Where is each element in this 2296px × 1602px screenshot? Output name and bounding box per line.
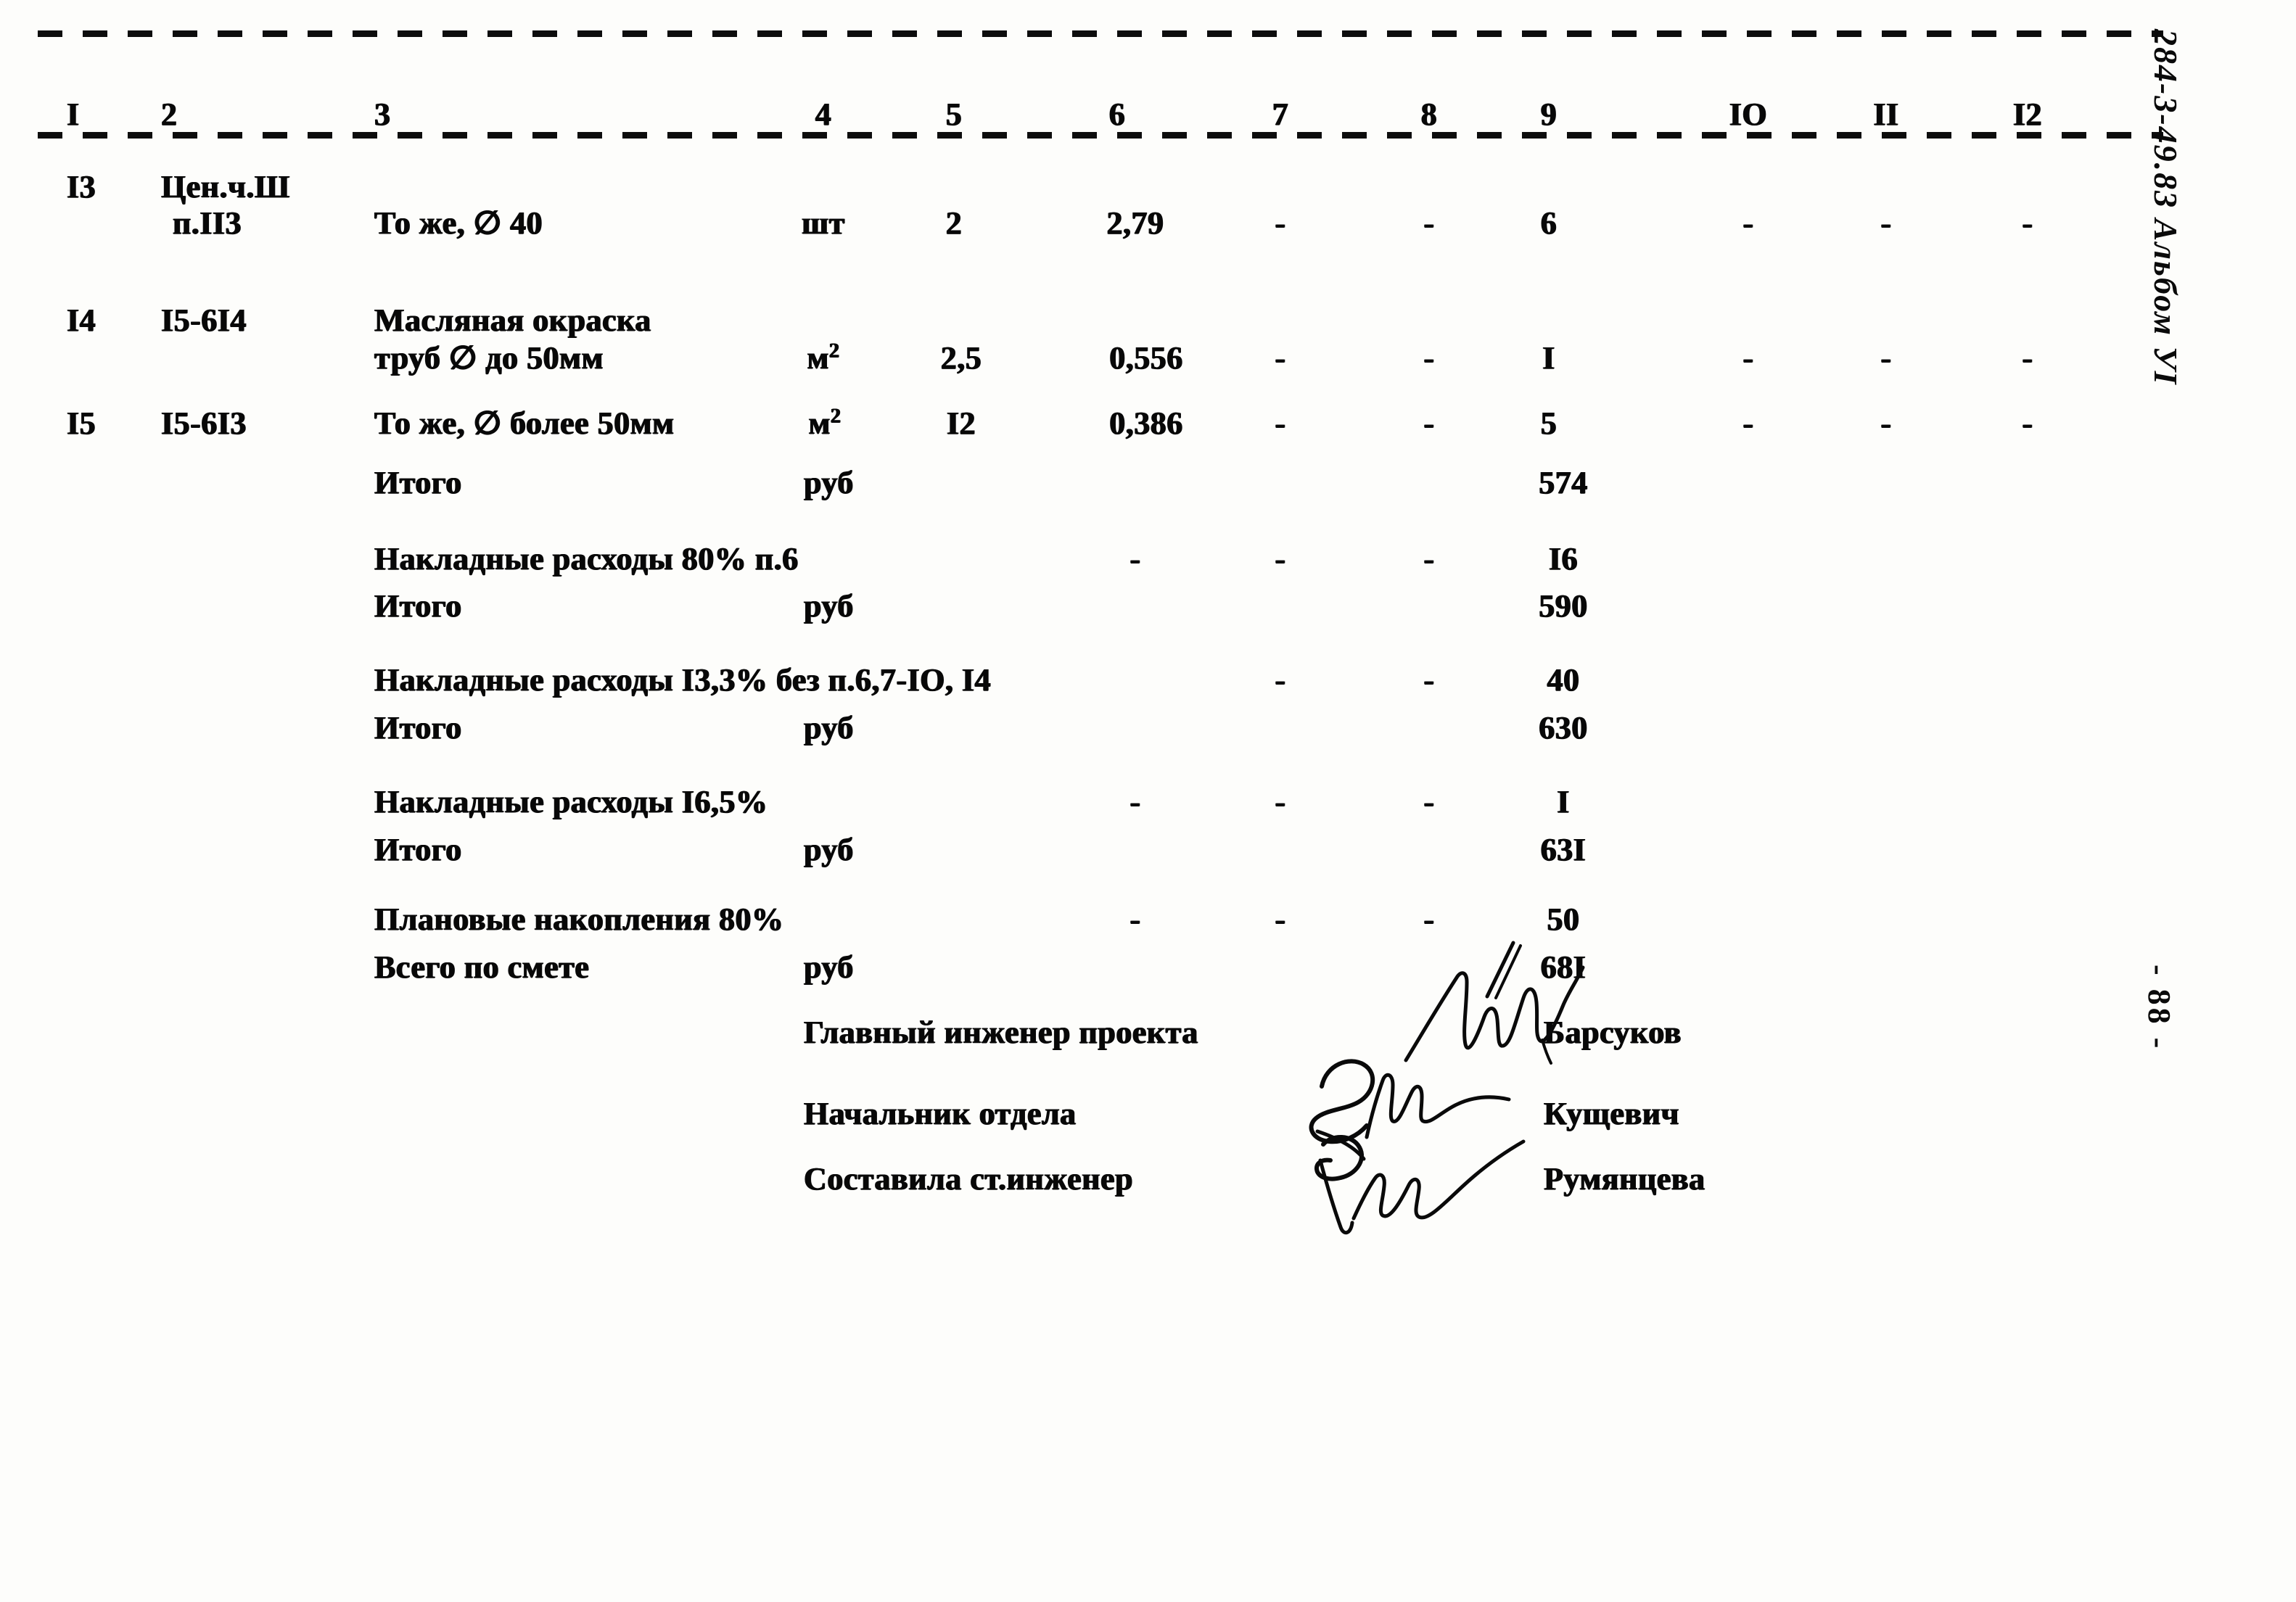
summary-unit: руб [804,949,854,985]
row-col9: 5 [1540,405,1558,441]
summary-label: Итого [374,832,462,867]
row-col9: I [1542,340,1555,376]
row-col9: 6 [1540,205,1558,241]
summary-col9: I [1557,784,1570,819]
summary-col9: 590 [1539,588,1588,624]
row-unit-exponent: 2 [828,339,840,363]
summary-col8: - [1423,901,1435,937]
row-col8: - [1423,205,1435,241]
row-col8: - [1423,405,1435,441]
row-unit-base: м [807,340,829,376]
row-number: I4 [67,302,96,338]
summary-col9: 50 [1547,901,1580,937]
row-unit-exponent: 2 [830,405,842,428]
row-col12: - [2022,205,2033,241]
summary-col8: - [1423,662,1435,698]
row-col11: - [1880,405,1892,441]
signature-role-chief-engineer: Главный инженер проекта [804,1015,1198,1050]
column-header-3: 3 [374,96,391,132]
column-header-4: 4 [815,96,832,132]
signature-name-compiler: Румянцева [1544,1161,1705,1197]
row-col11: - [1880,205,1892,241]
row-col10: - [1742,405,1754,441]
column-header-9: 9 [1540,96,1558,132]
summary-unit: руб [804,465,854,500]
row-code-line2: п.II3 [173,205,242,241]
signature-name-chief-engineer: Барсуков [1544,1015,1682,1050]
summary-col7: - [1275,901,1286,937]
row-code-line1: Цен.ч.Ш [161,169,290,205]
signature-name-dept-head: Кущевич [1544,1096,1679,1131]
row-unit: м2 [791,339,856,377]
summary-unit: руб [804,710,854,746]
row-col12: - [2022,405,2033,441]
margin-document-code: 284-3-49.83 Альбом УI [2147,29,2184,386]
summary-col8: - [1423,784,1435,819]
summary-label: Итого [374,465,462,500]
summary-col9: I6 [1548,541,1579,577]
row-number: I3 [67,169,96,205]
top-dashed-rule [38,30,2163,37]
summary-col7: - [1275,541,1286,577]
margin-page-number: - 88 - [2141,965,2177,1052]
summary-col9: 40 [1547,662,1580,698]
summary-label: Итого [374,588,462,624]
row-col5: 2 [945,205,963,241]
row-col5: I2 [946,405,976,441]
column-header-1: I [67,96,80,132]
row-col10: - [1742,205,1754,241]
row-unit-base: м [808,405,831,441]
row-col7: - [1275,405,1286,441]
row-description: То же, ∅ более 50мм [374,405,675,441]
summary-col6: - [1130,541,1141,577]
summary-unit: руб [804,832,854,867]
pen-slash-mark [1485,941,1522,999]
row-col6: 0,386 [1109,405,1183,441]
row-col11: - [1880,340,1892,376]
summary-label: Всего по смете [374,949,590,985]
row-col7: - [1275,205,1286,241]
column-header-11: II [1873,96,1899,132]
handwritten-signature-compiler [1314,1134,1526,1235]
column-header-5: 5 [945,96,963,132]
summary-unit: руб [804,588,854,624]
row-col5: 2,5 [940,340,982,376]
summary-col6: - [1130,901,1141,937]
column-header-8: 8 [1420,96,1438,132]
row-col6: 0,556 [1109,340,1183,376]
column-header-6: 6 [1108,96,1126,132]
row-description: То же, ∅ 40 [374,205,543,241]
row-description-2: труб ∅ до 50мм [374,340,604,376]
column-header-10: IO [1729,96,1768,132]
summary-col8: - [1423,541,1435,577]
summary-col7: - [1275,784,1286,819]
row-col10: - [1742,340,1754,376]
column-header-12: I2 [2012,96,2043,132]
row-unit: м2 [792,405,857,442]
row-col12: - [2022,340,2033,376]
summary-col9: 574 [1539,465,1588,500]
summary-col6: - [1130,784,1141,819]
scanned-estimate-page: I 2 3 4 5 6 7 8 9 IO II I2 I3 Цен.ч.Ш п.… [0,0,2296,1602]
row-col8: - [1423,340,1435,376]
summary-label: Итого [374,710,462,746]
row-code-line1: I5-6I3 [161,405,247,441]
column-header-2: 2 [161,96,178,132]
row-description-1: Масляная окраска [374,302,651,338]
summary-col7: - [1275,662,1286,698]
row-unit: шт [802,205,845,241]
row-number: I5 [67,405,96,441]
summary-col9: 630 [1539,710,1588,746]
row-code-line1: I5-6I4 [161,302,247,338]
summary-col9: 63I [1540,832,1587,867]
row-col6: 2,79 [1106,205,1164,241]
row-col7: - [1275,340,1286,376]
column-header-7: 7 [1272,96,1289,132]
